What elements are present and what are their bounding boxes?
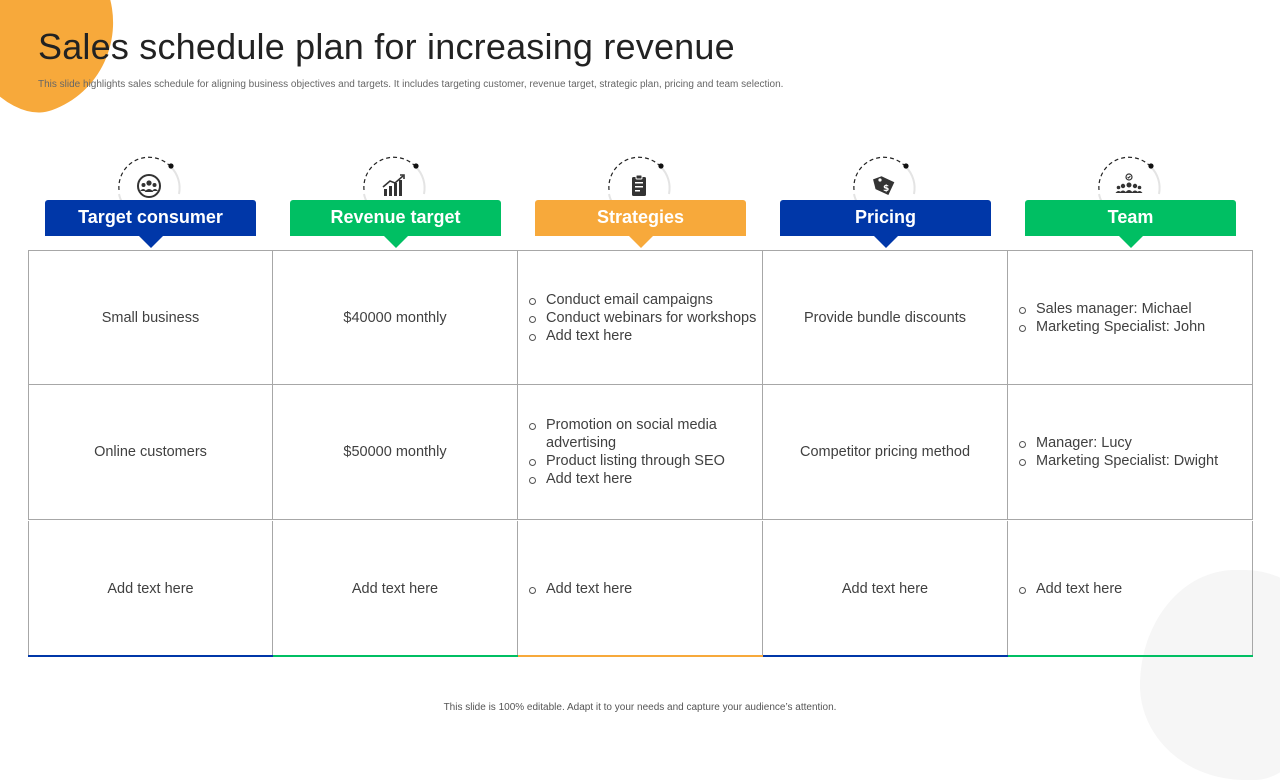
cell-text: Online customers [94,444,207,460]
bullet-list: Promotion on social media advertising Pro… [528,416,762,488]
column-accent-line [763,655,1008,657]
column-header: Pricing [780,200,991,248]
bullet-list: Conduct email campaigns Conduct webinars … [528,291,756,345]
list-item: Promotion on social media advertising [528,416,762,452]
list-item: Add text here [528,470,762,488]
cell-text: Add text here [351,580,439,597]
cell-text: $40000 monthly [343,309,447,326]
list-item: Sales manager: Michael [1018,300,1205,318]
svg-text:$: $ [883,184,889,194]
table-cell: Provide bundle discounts [763,250,1008,385]
column-header: Target consumer [45,200,256,248]
list-item: Conduct webinars for workshops [528,309,756,327]
table-cell: Add text here [1008,521,1253,657]
cell-text: Add text here [107,580,194,597]
list-item: Add text here [528,580,632,598]
column-revenue-target: Revenue target $40000 monthly $50000 month… [273,150,518,657]
bullet-list: Manager: Lucy Marketing Specialist: Dwigh… [1018,434,1218,470]
table-cell: Online customers [28,385,273,520]
slide-subtitle: This slide highlights sales schedule for… [38,79,784,90]
cell-text: Provide bundle discounts [803,309,967,326]
bullet-list: Add text here [528,580,632,598]
list-item: Add text here [1018,580,1122,598]
table-cell: Small business [28,250,273,385]
column-header: Strategies [535,200,746,248]
column-team: Team Sales manager: Michael Marketing Spec… [1008,150,1253,657]
bullet-list: Add text here [1018,580,1122,598]
table-cell: $40000 monthly [273,250,518,385]
list-item: Conduct email campaigns [528,291,756,309]
table-cell: Add text here [273,521,518,657]
cell-text: Small business [101,309,200,326]
cell-text: $50000 monthly [343,444,447,460]
target-audience-icon [135,172,163,200]
table-cell: Sales manager: Michael Marketing Speciali… [1008,250,1253,385]
slide-footer: This slide is 100% editable. Adapt it to… [443,702,837,713]
column-strategies: Strategies Conduct email campaigns Conduct… [518,150,763,657]
column-pricing: $ Pricing Provide bundle discounts Competit… [763,150,1008,657]
team-icon [1115,172,1143,200]
slide-title: Sales schedule plan for increasing reven… [38,26,735,67]
table-cell: $50000 monthly [273,385,518,520]
column-accent-line [1008,655,1253,657]
column-header: Team [1025,200,1236,248]
column-accent-line [273,655,518,657]
list-item: Add text here [528,327,756,345]
list-item: Marketing Specialist: Dwight [1018,452,1218,470]
table-cell: Manager: Lucy Marketing Specialist: Dwigh… [1008,385,1253,520]
list-item: Marketing Specialist: John [1018,318,1205,336]
table-cell: Add text here [518,521,763,657]
list-item: Product listing through SEO [528,452,762,470]
column-accent-line [518,655,763,657]
cell-text: Add text here [841,580,929,597]
table-cell: Conduct email campaigns Conduct webinars … [518,250,763,385]
column-accent-line [28,655,273,657]
price-tag-icon: $ [870,172,898,200]
table-cell: Promotion on social media advertising Pro… [518,385,763,520]
cell-text: Competitor pricing method [799,444,971,460]
bullet-list: Sales manager: Michael Marketing Speciali… [1018,300,1205,336]
column-target-consumer: Target consumer Small business Online cust… [28,150,273,657]
table-cell: Add text here [28,521,273,657]
table-cell: Competitor pricing method [763,385,1008,520]
clipboard-icon [625,172,653,200]
growth-chart-icon [380,172,408,200]
table-cell: Add text here [763,521,1008,657]
column-header: Revenue target [290,200,501,248]
list-item: Manager: Lucy [1018,434,1218,452]
